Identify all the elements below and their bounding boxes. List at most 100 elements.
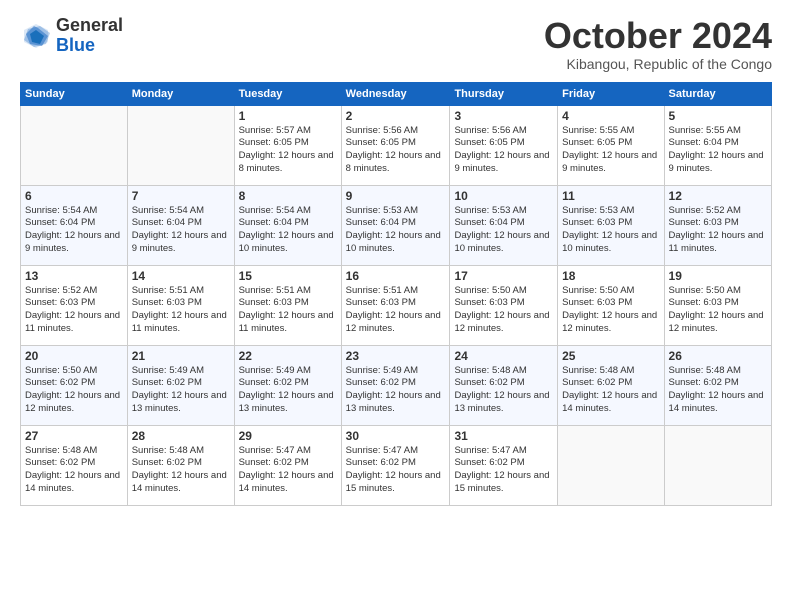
day-info: Sunrise: 5:49 AM Sunset: 6:02 PM Dayligh… <box>132 365 230 416</box>
day-number: 19 <box>669 269 767 283</box>
day-cell: 28 Sunrise: 5:48 AM Sunset: 6:02 PM Dayli… <box>127 425 234 505</box>
day-cell: 10Sunrise: 5:53 AM Sunset: 6:04 PM Dayli… <box>450 185 558 265</box>
week-row-1: 6Sunrise: 5:54 AM Sunset: 6:04 PM Daylig… <box>21 185 772 265</box>
day-cell: 3 Sunrise: 5:56 AM Sunset: 6:05 PM Daylig… <box>450 105 558 185</box>
day-cell: 30 Sunrise: 5:47 AM Sunset: 6:02 PM Dayli… <box>341 425 450 505</box>
calendar-body: 1Sunrise: 5:57 AM Sunset: 6:05 PM Daylig… <box>21 105 772 505</box>
day-info: Sunrise: 5:50 AM Sunset: 6:02 PM Dayligh… <box>25 365 123 416</box>
day-number: 25 <box>562 349 659 363</box>
logo-general-text: General <box>56 16 123 36</box>
logo: General Blue <box>20 16 123 56</box>
title-area: October 2024 Kibangou, Republic of the C… <box>544 16 772 72</box>
day-cell: 17Sunrise: 5:50 AM Sunset: 6:03 PM Dayli… <box>450 265 558 345</box>
day-cell: 14 Sunrise: 5:51 AM Sunset: 6:03 PM Dayli… <box>127 265 234 345</box>
day-cell: 15 Sunrise: 5:51 AM Sunset: 6:03 PM Dayli… <box>234 265 341 345</box>
day-cell: 16Sunrise: 5:51 AM Sunset: 6:03 PM Dayli… <box>341 265 450 345</box>
day-number: 11 <box>562 189 659 203</box>
day-cell: 22 Sunrise: 5:49 AM Sunset: 6:02 PM Dayli… <box>234 345 341 425</box>
day-info: Sunrise: 5:48 AM Sunset: 6:02 PM Dayligh… <box>25 445 123 496</box>
day-cell: 21 Sunrise: 5:49 AM Sunset: 6:02 PM Dayli… <box>127 345 234 425</box>
day-cell: 11 Sunrise: 5:53 AM Sunset: 6:03 PM Dayli… <box>558 185 664 265</box>
day-info: Sunrise: 5:55 AM Sunset: 6:05 PM Dayligh… <box>562 125 659 176</box>
day-number: 15 <box>239 269 337 283</box>
day-number: 1 <box>239 109 337 123</box>
day-cell: 7 Sunrise: 5:54 AM Sunset: 6:04 PM Daylig… <box>127 185 234 265</box>
page: General Blue October 2024 Kibangou, Repu… <box>0 0 792 516</box>
day-info: Sunrise: 5:55 AM Sunset: 6:04 PM Dayligh… <box>669 125 767 176</box>
day-cell <box>664 425 771 505</box>
day-number: 13 <box>25 269 123 283</box>
day-cell: 4 Sunrise: 5:55 AM Sunset: 6:05 PM Daylig… <box>558 105 664 185</box>
day-cell: 25 Sunrise: 5:48 AM Sunset: 6:02 PM Dayli… <box>558 345 664 425</box>
day-info: Sunrise: 5:48 AM Sunset: 6:02 PM Dayligh… <box>669 365 767 416</box>
week-row-4: 27Sunrise: 5:48 AM Sunset: 6:02 PM Dayli… <box>21 425 772 505</box>
day-cell: 2Sunrise: 5:56 AM Sunset: 6:05 PM Daylig… <box>341 105 450 185</box>
day-cell: 19 Sunrise: 5:50 AM Sunset: 6:03 PM Dayli… <box>664 265 771 345</box>
day-info: Sunrise: 5:56 AM Sunset: 6:05 PM Dayligh… <box>454 125 553 176</box>
day-number: 28 <box>132 429 230 443</box>
day-info: Sunrise: 5:50 AM Sunset: 6:03 PM Dayligh… <box>454 285 553 336</box>
day-info: Sunrise: 5:53 AM Sunset: 6:03 PM Dayligh… <box>562 205 659 256</box>
day-info: Sunrise: 5:47 AM Sunset: 6:02 PM Dayligh… <box>454 445 553 496</box>
day-cell: 5 Sunrise: 5:55 AM Sunset: 6:04 PM Daylig… <box>664 105 771 185</box>
day-info: Sunrise: 5:50 AM Sunset: 6:03 PM Dayligh… <box>669 285 767 336</box>
day-number: 14 <box>132 269 230 283</box>
day-cell: 8Sunrise: 5:54 AM Sunset: 6:04 PM Daylig… <box>234 185 341 265</box>
day-info: Sunrise: 5:47 AM Sunset: 6:02 PM Dayligh… <box>346 445 446 496</box>
day-info: Sunrise: 5:54 AM Sunset: 6:04 PM Dayligh… <box>239 205 337 256</box>
day-info: Sunrise: 5:51 AM Sunset: 6:03 PM Dayligh… <box>346 285 446 336</box>
day-number: 31 <box>454 429 553 443</box>
day-cell <box>558 425 664 505</box>
day-number: 7 <box>132 189 230 203</box>
day-info: Sunrise: 5:49 AM Sunset: 6:02 PM Dayligh… <box>239 365 337 416</box>
day-number: 10 <box>454 189 553 203</box>
day-cell <box>127 105 234 185</box>
day-info: Sunrise: 5:47 AM Sunset: 6:02 PM Dayligh… <box>239 445 337 496</box>
day-cell: 1Sunrise: 5:57 AM Sunset: 6:05 PM Daylig… <box>234 105 341 185</box>
calendar-table: SundayMondayTuesdayWednesdayThursdayFrid… <box>20 82 772 506</box>
day-number: 26 <box>669 349 767 363</box>
day-cell: 6Sunrise: 5:54 AM Sunset: 6:04 PM Daylig… <box>21 185 128 265</box>
header-cell-sunday: Sunday <box>21 82 128 105</box>
logo-text: General Blue <box>56 16 123 56</box>
location: Kibangou, Republic of the Congo <box>544 56 772 72</box>
header-cell-tuesday: Tuesday <box>234 82 341 105</box>
header-row: SundayMondayTuesdayWednesdayThursdayFrid… <box>21 82 772 105</box>
day-cell: 12Sunrise: 5:52 AM Sunset: 6:03 PM Dayli… <box>664 185 771 265</box>
day-info: Sunrise: 5:49 AM Sunset: 6:02 PM Dayligh… <box>346 365 446 416</box>
header-cell-wednesday: Wednesday <box>341 82 450 105</box>
day-info: Sunrise: 5:53 AM Sunset: 6:04 PM Dayligh… <box>346 205 446 256</box>
day-info: Sunrise: 5:48 AM Sunset: 6:02 PM Dayligh… <box>562 365 659 416</box>
header-cell-friday: Friday <box>558 82 664 105</box>
calendar-header: SundayMondayTuesdayWednesdayThursdayFrid… <box>21 82 772 105</box>
day-cell: 13 Sunrise: 5:52 AM Sunset: 6:03 PM Dayli… <box>21 265 128 345</box>
day-info: Sunrise: 5:50 AM Sunset: 6:03 PM Dayligh… <box>562 285 659 336</box>
day-number: 18 <box>562 269 659 283</box>
day-number: 3 <box>454 109 553 123</box>
day-number: 22 <box>239 349 337 363</box>
day-info: Sunrise: 5:48 AM Sunset: 6:02 PM Dayligh… <box>132 445 230 496</box>
day-cell: 27Sunrise: 5:48 AM Sunset: 6:02 PM Dayli… <box>21 425 128 505</box>
day-number: 23 <box>346 349 446 363</box>
day-number: 2 <box>346 109 446 123</box>
month-title: October 2024 <box>544 16 772 56</box>
day-cell: 29Sunrise: 5:47 AM Sunset: 6:02 PM Dayli… <box>234 425 341 505</box>
day-info: Sunrise: 5:48 AM Sunset: 6:02 PM Dayligh… <box>454 365 553 416</box>
day-info: Sunrise: 5:52 AM Sunset: 6:03 PM Dayligh… <box>25 285 123 336</box>
day-cell: 31 Sunrise: 5:47 AM Sunset: 6:02 PM Dayli… <box>450 425 558 505</box>
day-info: Sunrise: 5:54 AM Sunset: 6:04 PM Dayligh… <box>132 205 230 256</box>
day-cell: 20 Sunrise: 5:50 AM Sunset: 6:02 PM Dayli… <box>21 345 128 425</box>
day-number: 21 <box>132 349 230 363</box>
logo-icon <box>20 20 52 52</box>
day-number: 9 <box>346 189 446 203</box>
header-cell-monday: Monday <box>127 82 234 105</box>
day-number: 5 <box>669 109 767 123</box>
day-number: 30 <box>346 429 446 443</box>
day-info: Sunrise: 5:51 AM Sunset: 6:03 PM Dayligh… <box>239 285 337 336</box>
day-number: 12 <box>669 189 767 203</box>
day-cell: 26 Sunrise: 5:48 AM Sunset: 6:02 PM Dayli… <box>664 345 771 425</box>
day-number: 4 <box>562 109 659 123</box>
day-cell: 9 Sunrise: 5:53 AM Sunset: 6:04 PM Daylig… <box>341 185 450 265</box>
day-info: Sunrise: 5:51 AM Sunset: 6:03 PM Dayligh… <box>132 285 230 336</box>
day-number: 20 <box>25 349 123 363</box>
